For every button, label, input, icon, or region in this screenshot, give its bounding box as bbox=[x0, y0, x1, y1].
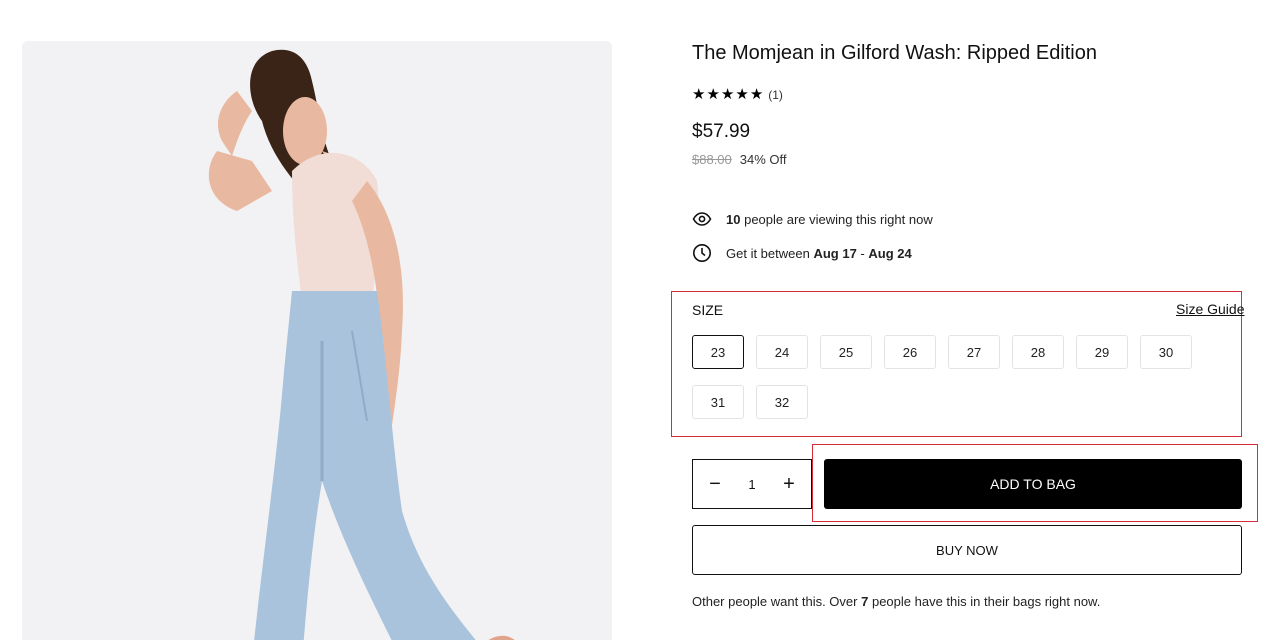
product-image[interactable] bbox=[22, 41, 612, 640]
size-option-26[interactable]: 26 bbox=[884, 335, 936, 369]
increment-button[interactable]: + bbox=[781, 474, 797, 494]
add-to-bag-button[interactable]: ADD TO BAG bbox=[824, 459, 1242, 509]
compare-price: $88.00 bbox=[692, 152, 732, 167]
delivery-start: Aug 17 bbox=[813, 245, 857, 261]
eye-icon bbox=[692, 209, 712, 229]
size-option-30[interactable]: 30 bbox=[1140, 335, 1192, 369]
star-icon: ★ bbox=[706, 86, 720, 103]
size-option-32[interactable]: 32 bbox=[756, 385, 808, 419]
viewers-text: people are viewing this right now bbox=[744, 211, 933, 227]
star-icon: ★ bbox=[749, 86, 764, 103]
size-guide-link[interactable]: Size Guide bbox=[1176, 301, 1244, 317]
buy-now-button[interactable]: BUY NOW bbox=[692, 525, 1242, 575]
sale-price: $57.99 bbox=[692, 121, 751, 142]
rating[interactable]: ★ ★ ★ ★ ★ (1) bbox=[692, 86, 783, 104]
viewers-row: 10 people are viewing this right now bbox=[692, 209, 933, 229]
star-icon: ★ bbox=[735, 86, 749, 103]
social-proof-suffix: people have this in their bags right now… bbox=[871, 594, 1101, 609]
price-comparison: $88.00 34% Off bbox=[692, 152, 787, 167]
rating-count[interactable]: (1) bbox=[768, 88, 783, 102]
quantity-value[interactable]: 1 bbox=[748, 477, 755, 492]
size-option-23[interactable]: 23 bbox=[692, 335, 744, 369]
size-options: 23 24 25 26 27 28 29 30 31 32 bbox=[692, 335, 1212, 419]
size-option-27[interactable]: 27 bbox=[948, 335, 1000, 369]
product-title: The Momjean in Gilford Wash: Ripped Edit… bbox=[692, 42, 1097, 64]
delivery-prefix: Get it between bbox=[726, 245, 810, 261]
size-option-29[interactable]: 29 bbox=[1076, 335, 1128, 369]
clock-icon bbox=[692, 243, 712, 263]
delivery-separator: - bbox=[860, 245, 865, 261]
star-icon: ★ bbox=[692, 86, 706, 103]
delivery-row: Get it between Aug 17 - Aug 24 bbox=[692, 243, 912, 263]
size-option-24[interactable]: 24 bbox=[756, 335, 808, 369]
delivery-end: Aug 24 bbox=[868, 245, 912, 261]
size-option-28[interactable]: 28 bbox=[1012, 335, 1064, 369]
size-option-31[interactable]: 31 bbox=[692, 385, 744, 419]
social-proof-prefix: Other people want this. Over bbox=[692, 594, 858, 609]
size-label: SIZE bbox=[692, 302, 724, 318]
discount-label: 34% Off bbox=[739, 152, 787, 167]
star-icon: ★ bbox=[720, 86, 735, 103]
quantity-stepper: − 1 + bbox=[692, 459, 812, 509]
model-photo bbox=[22, 41, 612, 640]
size-option-25[interactable]: 25 bbox=[820, 335, 872, 369]
social-proof-count: 7 bbox=[861, 594, 869, 609]
social-proof-text: Other people want this. Over 7 people ha… bbox=[692, 594, 1100, 609]
decrement-button[interactable]: − bbox=[707, 474, 723, 494]
viewers-count: 10 bbox=[726, 211, 741, 227]
